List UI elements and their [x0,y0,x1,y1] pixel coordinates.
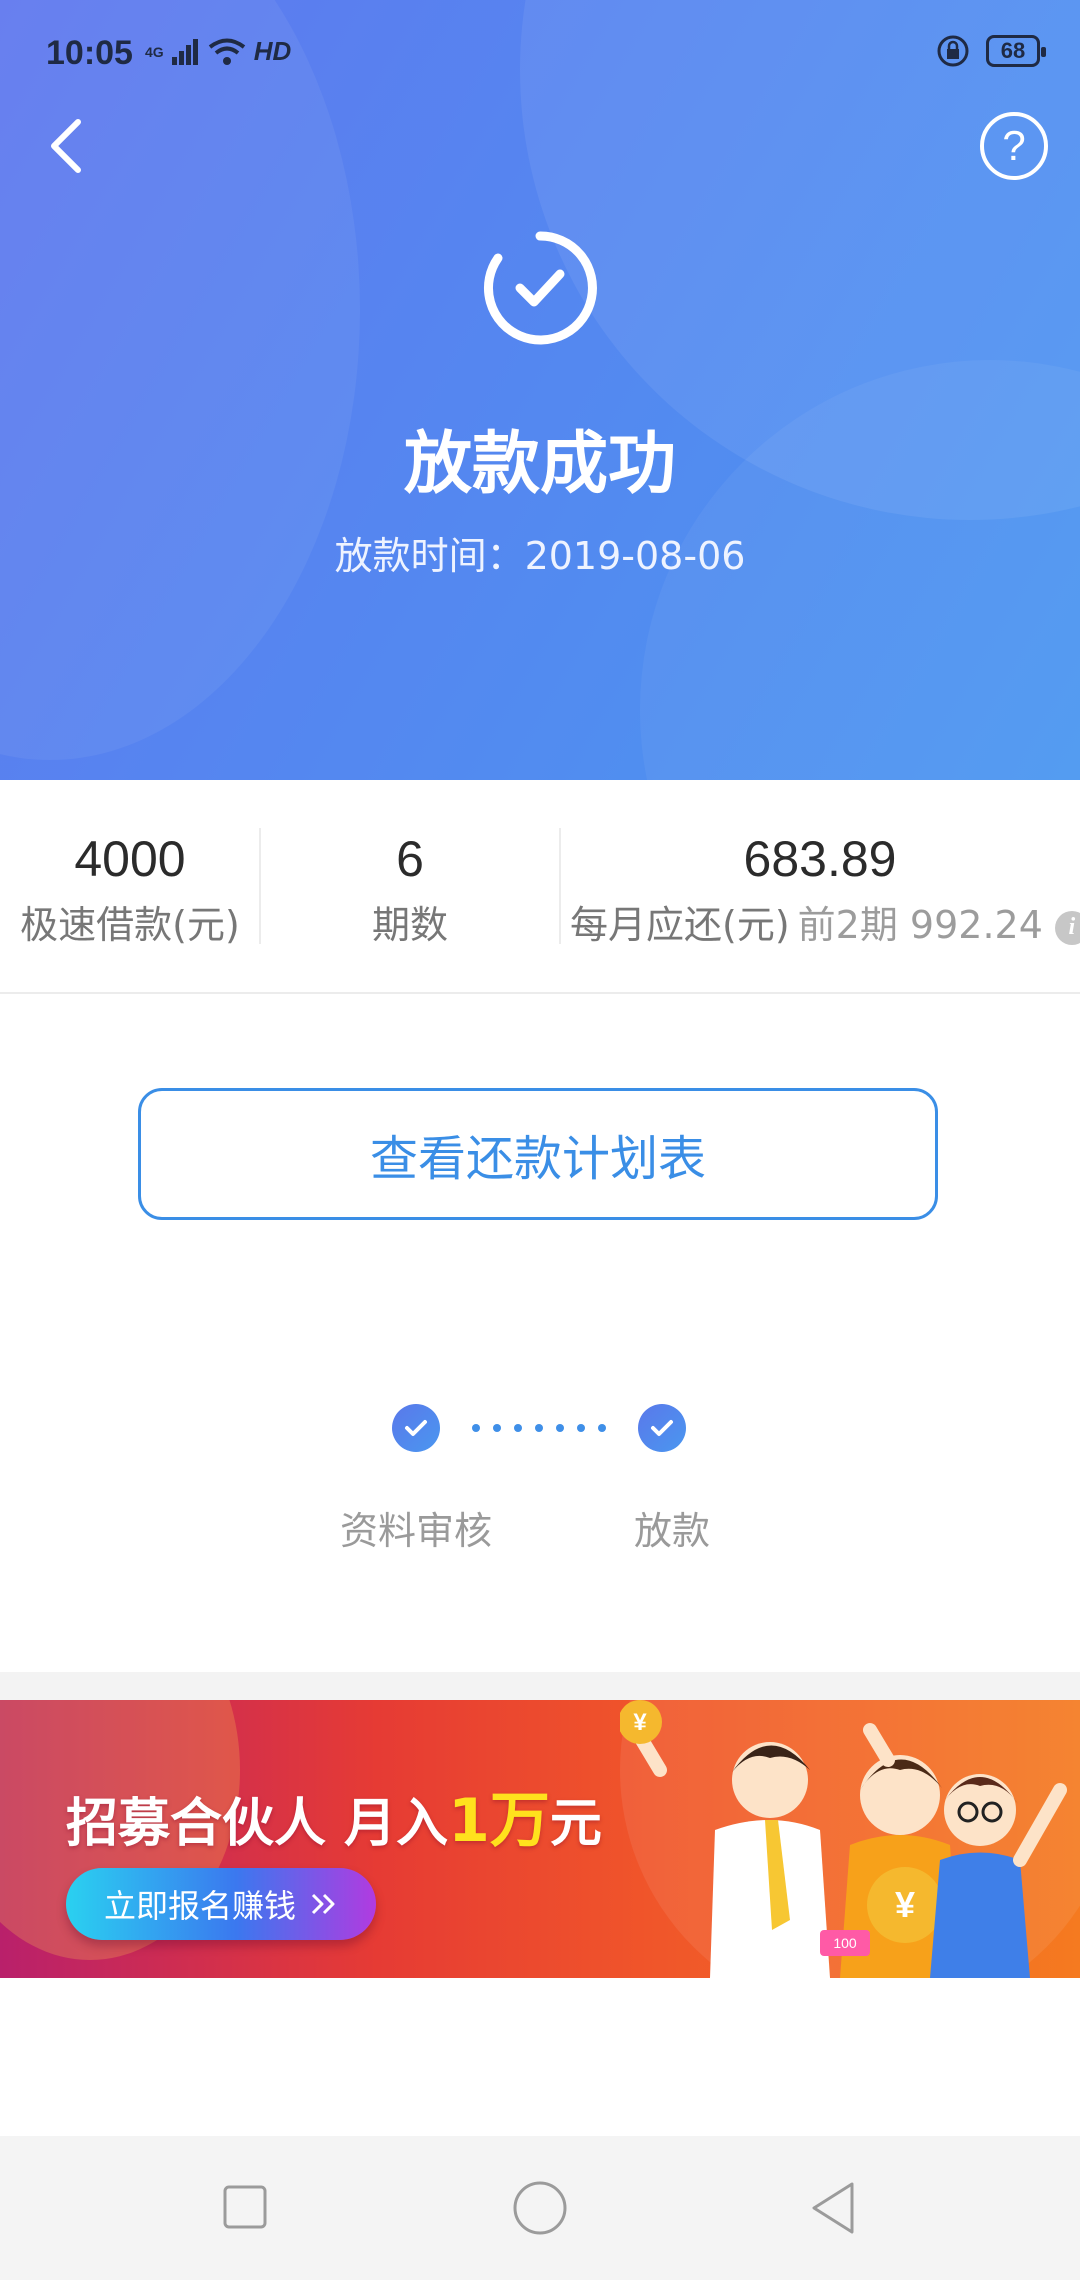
periods-label: 期数 [371,903,448,947]
stat-amount: 4000 极速借款(元) [20,830,240,949]
celebrating-people-illustration: ¥ ¥ 100 [620,1700,1067,1978]
banner-highlight: 1万 [448,1786,550,1856]
step-review-check-icon [392,1404,440,1452]
step-loan-check-icon [638,1404,686,1452]
loan-time: 放款时间：2019-08-06 [334,534,746,578]
stat-periods: 6 期数 [300,830,520,949]
status-right: 68 [936,34,1046,68]
header-decoration [0,0,360,760]
banner-title: 招募合伙人 月入1万元 [66,1786,602,1856]
amount-label: 极速借款(元) [20,903,240,947]
status-time: 10:05 [46,34,133,72]
question-mark-icon: ? [1002,122,1026,169]
signal-icon [171,38,198,65]
stat-monthly: 683.89 每月应还(元) 前2期 992.24 i [570,830,1080,949]
monthly-value: 683.89 [743,831,897,887]
hd-icon: HD [253,36,292,66]
signup-earn-button[interactable]: 立即报名赚钱 [66,1868,376,1940]
success-check-icon [484,231,597,345]
monthly-sub-label: 前2期 992.24 [797,903,1043,947]
battery-icon: 68 [986,35,1046,67]
step-label-review: 资料审核 [340,1509,493,1553]
step-connector [472,1424,606,1432]
info-icon[interactable]: i [1054,910,1080,945]
view-repayment-plan-button[interactable]: 查看还款计划表 [138,1088,938,1220]
stat-divider [259,828,261,944]
stat-divider [559,828,561,944]
back-nav-button[interactable] [808,2180,858,2236]
double-chevron-right-icon [311,1893,335,1915]
amount-value: 4000 [74,831,186,887]
signup-button-label: 立即报名赚钱 [103,1887,296,1925]
step-label-loan: 放款 [634,1509,711,1553]
coin-label: ¥ [895,1884,915,1925]
partner-recruit-banner[interactable]: 招募合伙人 月入1万元 立即报名赚钱 ¥ ¥ 100 [0,1700,1080,1978]
periods-value: 6 [396,831,424,887]
wifi-icon [208,38,245,65]
monthly-label-row: 每月应还(元) 前2期 992.24 i [570,894,1080,949]
home-button[interactable] [512,2180,568,2236]
loan-summary: 4000 极速借款(元) 6 期数 683.89 每月应还(元) 前2期 992.… [0,780,1080,994]
coin-label: ¥ [633,1709,647,1736]
section-divider [0,1672,1080,1700]
help-button[interactable]: ? [980,112,1048,180]
system-nav-bar [0,2136,1080,2280]
page-title: 放款成功 [403,425,676,504]
back-button[interactable] [44,118,94,174]
ticket-label: 100 [833,1935,857,1951]
network-label: 4G [145,43,164,60]
monthly-label: 每月应还(元) [570,903,790,947]
lock-rotation-icon [937,35,969,67]
header-area: 10:05 4G HD 68 ? 放款成功 放款时间：2019-08-06 [0,0,1080,780]
status-icons: 4G HD [145,36,291,67]
recent-apps-button[interactable] [222,2184,268,2230]
chevron-left-icon [51,119,81,173]
